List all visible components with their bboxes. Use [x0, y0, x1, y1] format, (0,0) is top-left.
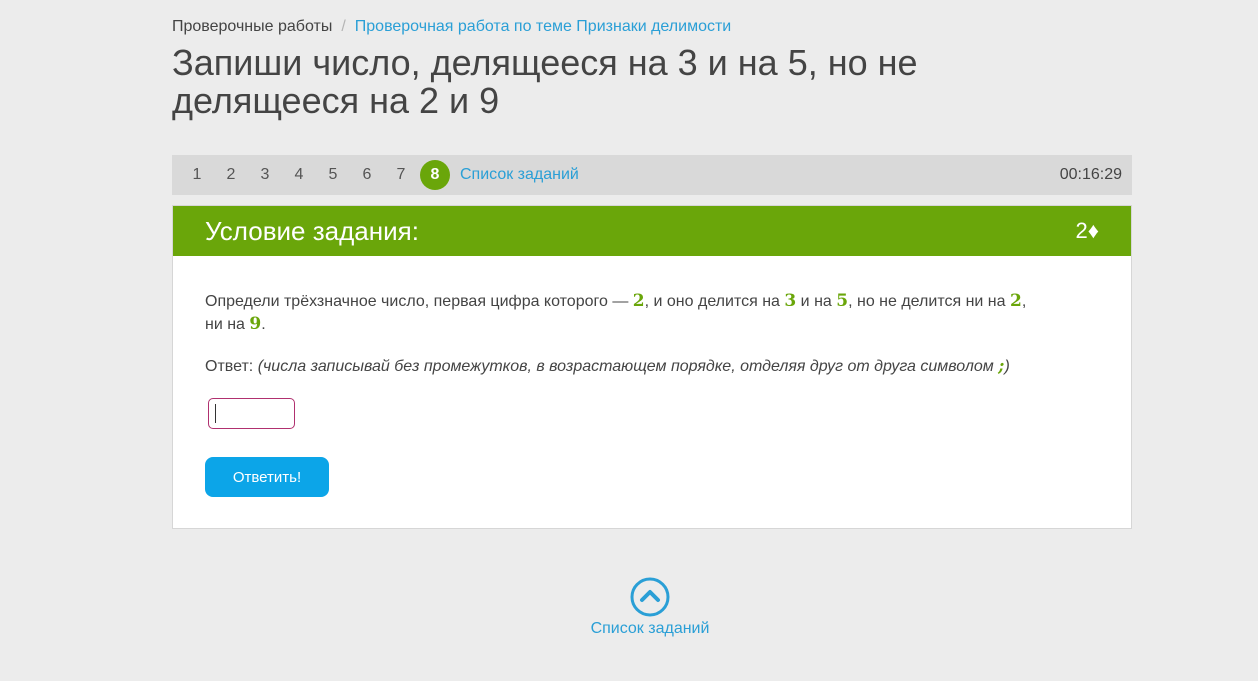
task-navbar: 1 2 3 4 5 6 7 8 Список заданий 00:16:29 [172, 155, 1132, 195]
hint-text: (числа записывай без промежутков, в возр… [257, 358, 999, 375]
task-condition: Определи трёхзначное число, первая цифра… [205, 290, 1085, 336]
bottom-task-list-label[interactable]: Список заданий [560, 620, 740, 638]
submit-answer-button[interactable]: Ответить! [205, 457, 329, 497]
answer-input[interactable] [208, 398, 295, 429]
chevron-up-circle-icon[interactable] [630, 577, 670, 617]
task-text-part: . [261, 316, 266, 333]
task-number: 5 [836, 291, 849, 311]
timer: 00:16:29 [1059, 166, 1122, 183]
page-title: Запиши число, делящееся на 3 и на 5, но … [172, 42, 918, 121]
breadcrumb-current[interactable]: Проверочная работа по теме Признаки дели… [355, 18, 731, 35]
task-text-part: Определи трёхзначное число, первая цифра… [205, 293, 633, 310]
answer-label: Ответ: [205, 358, 254, 375]
task-text-part: , [1021, 293, 1027, 310]
bottom-task-list-link[interactable]: Список заданий [560, 577, 740, 638]
task-nav-5[interactable]: 5 [316, 166, 350, 184]
answer-instructions: Ответ: (числа записывай без промежутков,… [205, 356, 1010, 376]
task-nav-2[interactable]: 2 [214, 166, 248, 184]
task-card-title: Условие задания: [205, 215, 419, 246]
task-number: 9 [249, 314, 262, 334]
task-list-link[interactable]: Список заданий [460, 166, 579, 184]
answer-hint: (числа записывай без промежутков, в возр… [257, 356, 1010, 376]
task-number: 2 [632, 291, 645, 311]
task-number: 2 [1009, 291, 1022, 311]
text-caret [215, 404, 216, 423]
task-text-part: ни на [205, 316, 250, 333]
task-text-part: , но не делится ни на [848, 293, 1010, 310]
task-text-part: , и оно делится на [644, 293, 785, 310]
task-nav-8-active[interactable]: 8 [420, 160, 450, 190]
task-nav-7[interactable]: 7 [384, 166, 418, 184]
breadcrumb-home[interactable]: Проверочные работы [172, 18, 332, 35]
task-card-header: Условие задания: 2♦ [173, 206, 1131, 256]
task-nav-3[interactable]: 3 [248, 166, 282, 184]
task-nav-1[interactable]: 1 [180, 166, 214, 184]
hint-text-close: ) [1004, 358, 1010, 375]
breadcrumb-separator: / [341, 18, 346, 35]
task-points: 2♦ [1075, 218, 1099, 243]
task-nav-4[interactable]: 4 [282, 166, 316, 184]
task-card: Условие задания: 2♦ Определи трёхзначное… [172, 205, 1132, 529]
task-nav-6[interactable]: 6 [350, 166, 384, 184]
task-number: 3 [784, 291, 797, 311]
task-text-part: и на [796, 293, 837, 310]
breadcrumb: Проверочные работы / Проверочная работа по… [172, 17, 731, 37]
